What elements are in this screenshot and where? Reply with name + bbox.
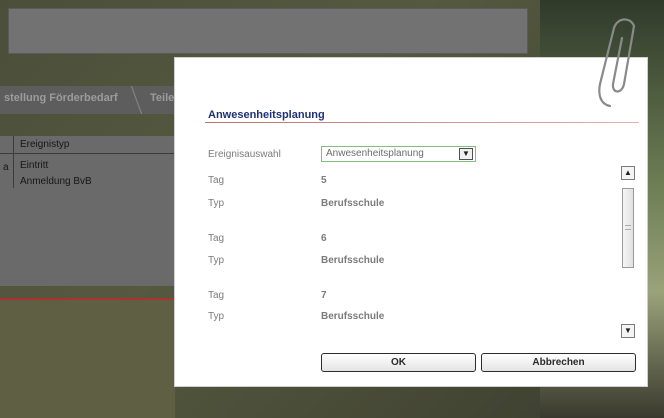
tag-value: 6 [321, 233, 327, 244]
scroll-up-button[interactable]: ▲ [621, 166, 635, 180]
typ-label: Typ [208, 198, 225, 209]
background-header-panel [8, 8, 528, 54]
arrow-up-icon: ▲ [624, 168, 632, 177]
typ-value: Berufsschule [321, 198, 385, 209]
table-row[interactable]: Anmeldung BvB [20, 176, 92, 187]
column-header-ereignistyp[interactable]: Ereignistyp [20, 139, 69, 150]
tab-foerderbedarf[interactable]: stellung Förderbedarf [4, 92, 118, 104]
tag-label: Tag [208, 290, 225, 301]
cancel-button[interactable]: Abbrechen [481, 353, 636, 372]
table-row[interactable]: Eintritt [20, 160, 48, 171]
arrow-down-icon: ▼ [624, 326, 632, 335]
grip-icon [625, 225, 631, 230]
tag-value: 5 [321, 175, 327, 186]
tab-teile[interactable]: Teile [150, 92, 174, 104]
typ-value: Berufsschule [321, 311, 385, 322]
attendance-dialog: Anwesenheitsplanung Ereignisauswahl Anwe… [174, 57, 648, 387]
event-select[interactable]: Anwesenheitsplanung ▼ [321, 146, 476, 162]
column-divider [13, 136, 14, 188]
event-select-label: Ereignisauswahl [208, 149, 281, 160]
background-event-table: Ereignistyp a Eintritt Anmeldung BvB [0, 136, 175, 286]
scroll-down-button[interactable]: ▼ [621, 324, 635, 338]
table-cell-fragment: a [3, 162, 9, 173]
event-select-value: Anwesenheitsplanung [326, 148, 424, 159]
typ-value: Berufsschule [321, 255, 385, 266]
typ-label: Typ [208, 311, 225, 322]
dialog-title: Anwesenheitsplanung [208, 109, 325, 121]
tag-label: Tag [208, 175, 225, 186]
paperclip-icon [598, 18, 636, 108]
chevron-down-icon[interactable]: ▼ [459, 148, 473, 160]
tag-value: 7 [321, 290, 327, 301]
scrollbar-thumb[interactable] [622, 188, 634, 268]
typ-label: Typ [208, 255, 225, 266]
title-rule [205, 122, 639, 123]
ok-button[interactable]: OK [321, 353, 476, 372]
background-lower-panel [0, 300, 175, 418]
tag-label: Tag [208, 233, 225, 244]
